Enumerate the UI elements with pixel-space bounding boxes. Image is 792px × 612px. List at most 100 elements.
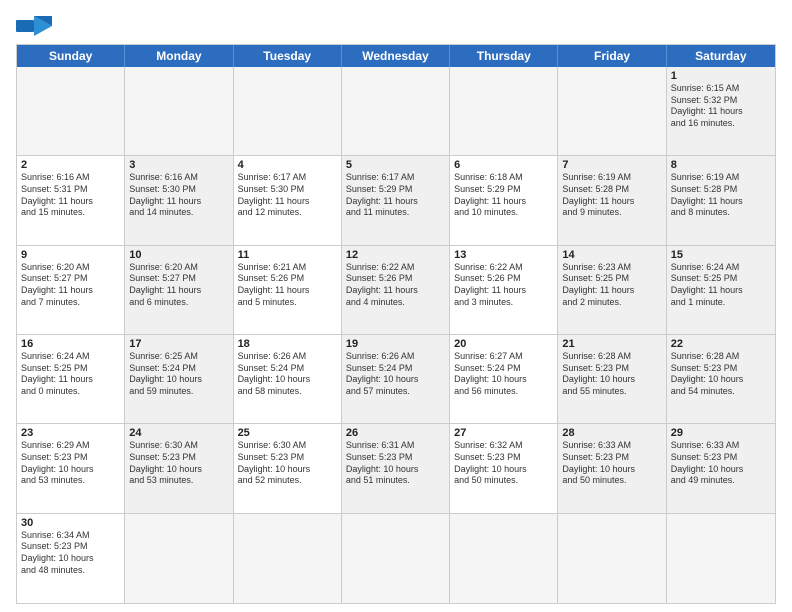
cell-info: Sunrise: 6:34 AM Sunset: 5:23 PM Dayligh… bbox=[21, 530, 120, 577]
calendar-week: 2Sunrise: 6:16 AM Sunset: 5:31 PM Daylig… bbox=[17, 156, 775, 245]
calendar-cell: 13Sunrise: 6:22 AM Sunset: 5:26 PM Dayli… bbox=[450, 246, 558, 334]
day-number: 6 bbox=[454, 159, 553, 171]
day-header-saturday: Saturday bbox=[667, 45, 775, 67]
calendar-grid: 1Sunrise: 6:15 AM Sunset: 5:32 PM Daylig… bbox=[17, 67, 775, 603]
calendar-cell: 18Sunrise: 6:26 AM Sunset: 5:24 PM Dayli… bbox=[234, 335, 342, 423]
day-number: 30 bbox=[21, 517, 120, 529]
calendar-cell bbox=[450, 514, 558, 603]
day-number: 3 bbox=[129, 159, 228, 171]
page: SundayMondayTuesdayWednesdayThursdayFrid… bbox=[0, 0, 792, 612]
cell-info: Sunrise: 6:25 AM Sunset: 5:24 PM Dayligh… bbox=[129, 351, 228, 398]
calendar-cell: 16Sunrise: 6:24 AM Sunset: 5:25 PM Dayli… bbox=[17, 335, 125, 423]
cell-info: Sunrise: 6:28 AM Sunset: 5:23 PM Dayligh… bbox=[671, 351, 771, 398]
calendar-cell: 11Sunrise: 6:21 AM Sunset: 5:26 PM Dayli… bbox=[234, 246, 342, 334]
header bbox=[16, 12, 776, 40]
calendar-cell: 29Sunrise: 6:33 AM Sunset: 5:23 PM Dayli… bbox=[667, 424, 775, 512]
calendar-cell: 3Sunrise: 6:16 AM Sunset: 5:30 PM Daylig… bbox=[125, 156, 233, 244]
calendar-cell bbox=[667, 514, 775, 603]
day-number: 22 bbox=[671, 338, 771, 350]
calendar-cell: 27Sunrise: 6:32 AM Sunset: 5:23 PM Dayli… bbox=[450, 424, 558, 512]
cell-info: Sunrise: 6:24 AM Sunset: 5:25 PM Dayligh… bbox=[671, 262, 771, 309]
cell-info: Sunrise: 6:24 AM Sunset: 5:25 PM Dayligh… bbox=[21, 351, 120, 398]
day-number: 23 bbox=[21, 427, 120, 439]
cell-info: Sunrise: 6:27 AM Sunset: 5:24 PM Dayligh… bbox=[454, 351, 553, 398]
cell-info: Sunrise: 6:26 AM Sunset: 5:24 PM Dayligh… bbox=[346, 351, 445, 398]
day-number: 1 bbox=[671, 70, 771, 82]
cell-info: Sunrise: 6:20 AM Sunset: 5:27 PM Dayligh… bbox=[21, 262, 120, 309]
logo-icon bbox=[16, 12, 52, 40]
cell-info: Sunrise: 6:32 AM Sunset: 5:23 PM Dayligh… bbox=[454, 440, 553, 487]
cell-info: Sunrise: 6:26 AM Sunset: 5:24 PM Dayligh… bbox=[238, 351, 337, 398]
calendar-cell: 21Sunrise: 6:28 AM Sunset: 5:23 PM Dayli… bbox=[558, 335, 666, 423]
day-header-wednesday: Wednesday bbox=[342, 45, 450, 67]
day-number: 17 bbox=[129, 338, 228, 350]
day-number: 18 bbox=[238, 338, 337, 350]
cell-info: Sunrise: 6:17 AM Sunset: 5:29 PM Dayligh… bbox=[346, 172, 445, 219]
calendar-week: 30Sunrise: 6:34 AM Sunset: 5:23 PM Dayli… bbox=[17, 514, 775, 603]
cell-info: Sunrise: 6:20 AM Sunset: 5:27 PM Dayligh… bbox=[129, 262, 228, 309]
cell-info: Sunrise: 6:16 AM Sunset: 5:31 PM Dayligh… bbox=[21, 172, 120, 219]
calendar-cell bbox=[342, 67, 450, 155]
calendar-cell: 20Sunrise: 6:27 AM Sunset: 5:24 PM Dayli… bbox=[450, 335, 558, 423]
day-header-thursday: Thursday bbox=[450, 45, 558, 67]
day-number: 27 bbox=[454, 427, 553, 439]
cell-info: Sunrise: 6:21 AM Sunset: 5:26 PM Dayligh… bbox=[238, 262, 337, 309]
day-number: 26 bbox=[346, 427, 445, 439]
cell-info: Sunrise: 6:31 AM Sunset: 5:23 PM Dayligh… bbox=[346, 440, 445, 487]
calendar-cell bbox=[558, 67, 666, 155]
calendar-week: 9Sunrise: 6:20 AM Sunset: 5:27 PM Daylig… bbox=[17, 246, 775, 335]
day-number: 4 bbox=[238, 159, 337, 171]
day-number: 13 bbox=[454, 249, 553, 261]
day-number: 11 bbox=[238, 249, 337, 261]
calendar-cell: 22Sunrise: 6:28 AM Sunset: 5:23 PM Dayli… bbox=[667, 335, 775, 423]
day-number: 12 bbox=[346, 249, 445, 261]
calendar: SundayMondayTuesdayWednesdayThursdayFrid… bbox=[16, 44, 776, 604]
cell-info: Sunrise: 6:33 AM Sunset: 5:23 PM Dayligh… bbox=[562, 440, 661, 487]
day-number: 15 bbox=[671, 249, 771, 261]
day-number: 5 bbox=[346, 159, 445, 171]
calendar-cell: 24Sunrise: 6:30 AM Sunset: 5:23 PM Dayli… bbox=[125, 424, 233, 512]
calendar-week: 1Sunrise: 6:15 AM Sunset: 5:32 PM Daylig… bbox=[17, 67, 775, 156]
cell-info: Sunrise: 6:30 AM Sunset: 5:23 PM Dayligh… bbox=[238, 440, 337, 487]
calendar-cell: 14Sunrise: 6:23 AM Sunset: 5:25 PM Dayli… bbox=[558, 246, 666, 334]
calendar-cell: 12Sunrise: 6:22 AM Sunset: 5:26 PM Dayli… bbox=[342, 246, 450, 334]
calendar-week: 16Sunrise: 6:24 AM Sunset: 5:25 PM Dayli… bbox=[17, 335, 775, 424]
day-header-monday: Monday bbox=[125, 45, 233, 67]
day-number: 9 bbox=[21, 249, 120, 261]
cell-info: Sunrise: 6:23 AM Sunset: 5:25 PM Dayligh… bbox=[562, 262, 661, 309]
calendar-cell: 4Sunrise: 6:17 AM Sunset: 5:30 PM Daylig… bbox=[234, 156, 342, 244]
day-number: 8 bbox=[671, 159, 771, 171]
day-number: 29 bbox=[671, 427, 771, 439]
day-header-tuesday: Tuesday bbox=[234, 45, 342, 67]
day-number: 2 bbox=[21, 159, 120, 171]
calendar-cell bbox=[234, 514, 342, 603]
calendar-cell bbox=[125, 514, 233, 603]
day-number: 20 bbox=[454, 338, 553, 350]
cell-info: Sunrise: 6:19 AM Sunset: 5:28 PM Dayligh… bbox=[562, 172, 661, 219]
cell-info: Sunrise: 6:16 AM Sunset: 5:30 PM Dayligh… bbox=[129, 172, 228, 219]
cell-info: Sunrise: 6:22 AM Sunset: 5:26 PM Dayligh… bbox=[454, 262, 553, 309]
calendar-cell: 26Sunrise: 6:31 AM Sunset: 5:23 PM Dayli… bbox=[342, 424, 450, 512]
calendar-cell: 5Sunrise: 6:17 AM Sunset: 5:29 PM Daylig… bbox=[342, 156, 450, 244]
cell-info: Sunrise: 6:18 AM Sunset: 5:29 PM Dayligh… bbox=[454, 172, 553, 219]
day-number: 7 bbox=[562, 159, 661, 171]
day-number: 24 bbox=[129, 427, 228, 439]
day-headers: SundayMondayTuesdayWednesdayThursdayFrid… bbox=[17, 45, 775, 67]
cell-info: Sunrise: 6:30 AM Sunset: 5:23 PM Dayligh… bbox=[129, 440, 228, 487]
calendar-cell: 8Sunrise: 6:19 AM Sunset: 5:28 PM Daylig… bbox=[667, 156, 775, 244]
calendar-cell: 17Sunrise: 6:25 AM Sunset: 5:24 PM Dayli… bbox=[125, 335, 233, 423]
cell-info: Sunrise: 6:28 AM Sunset: 5:23 PM Dayligh… bbox=[562, 351, 661, 398]
day-number: 16 bbox=[21, 338, 120, 350]
day-number: 10 bbox=[129, 249, 228, 261]
cell-info: Sunrise: 6:19 AM Sunset: 5:28 PM Dayligh… bbox=[671, 172, 771, 219]
calendar-cell bbox=[342, 514, 450, 603]
cell-info: Sunrise: 6:33 AM Sunset: 5:23 PM Dayligh… bbox=[671, 440, 771, 487]
calendar-cell: 23Sunrise: 6:29 AM Sunset: 5:23 PM Dayli… bbox=[17, 424, 125, 512]
logo bbox=[16, 12, 56, 40]
cell-info: Sunrise: 6:29 AM Sunset: 5:23 PM Dayligh… bbox=[21, 440, 120, 487]
calendar-cell bbox=[234, 67, 342, 155]
calendar-cell: 25Sunrise: 6:30 AM Sunset: 5:23 PM Dayli… bbox=[234, 424, 342, 512]
day-number: 25 bbox=[238, 427, 337, 439]
calendar-cell: 9Sunrise: 6:20 AM Sunset: 5:27 PM Daylig… bbox=[17, 246, 125, 334]
cell-info: Sunrise: 6:15 AM Sunset: 5:32 PM Dayligh… bbox=[671, 83, 771, 130]
